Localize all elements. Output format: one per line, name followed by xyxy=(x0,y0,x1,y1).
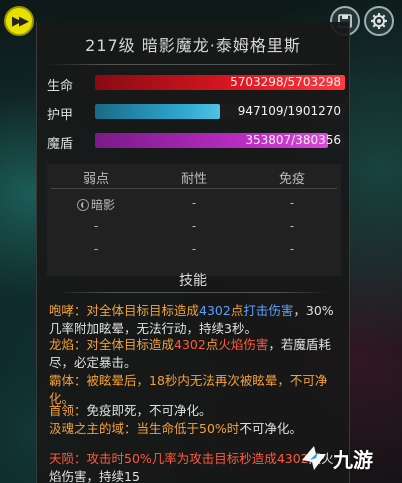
gear-icon xyxy=(371,13,387,29)
immunity-cell: - xyxy=(289,196,295,210)
immunity-cell: - xyxy=(289,242,295,256)
settings-button[interactable] xyxy=(364,6,394,36)
resistance-header: 弱点 耐性 免疫 xyxy=(47,166,341,188)
skill-text-segment: 秒造成 xyxy=(239,451,277,466)
skill-boss: 首领：免疫即死，不可净化。 xyxy=(49,402,345,420)
skill-text-segment: 免疫即死，不可净化。 xyxy=(86,403,212,418)
shadow-element-icon xyxy=(76,199,89,211)
shield-label: 魔盾 xyxy=(47,137,74,152)
resistance-header-divider xyxy=(51,188,337,189)
jiuyou-logo-icon xyxy=(302,446,326,470)
resistance-cell: - xyxy=(191,196,197,210)
skill-dragonflame: 龙焰：对全体目标造成4302点火焰伤害，若魔盾耗尽，必定暴击。 xyxy=(49,336,345,372)
skill-text-segment: 打击伤害 xyxy=(243,303,294,318)
skill-text-segment: 咆哮： xyxy=(49,303,87,318)
skill-text-segment: 当生命低于50%时 xyxy=(136,421,240,436)
weakness-cell: - xyxy=(93,242,99,256)
skill-text-segment: 汲魂之主的域： xyxy=(49,421,137,436)
armor-value: 947109/1901270 xyxy=(237,104,341,118)
resistance-header-label: 耐性 xyxy=(180,172,207,187)
weakness-cell: 暗影 xyxy=(47,196,145,213)
shield-value: 353807/380356 xyxy=(245,133,341,147)
skill-text-segment: 对全体目标造成 xyxy=(86,337,175,352)
enemy-title: 217级 暗影魔龙·泰姆格里斯 xyxy=(85,36,301,55)
weakness-header: 弱点 xyxy=(82,172,109,187)
hp-bar: 5703298/5703298 xyxy=(95,75,345,90)
armor-bar: 947109/1901270 xyxy=(95,104,345,119)
skill-text-segment: 首领： xyxy=(49,403,87,418)
skill-text-segment: 4302 xyxy=(174,337,206,352)
hp-label: 生命 xyxy=(47,79,74,94)
armor-label: 护甲 xyxy=(47,108,74,123)
hp-value: 5703298/5703298 xyxy=(230,75,341,89)
watermark-text: 九游 xyxy=(333,447,373,472)
skill-text-segment: 龙焰： xyxy=(49,337,87,352)
weakness-cell: - xyxy=(93,219,99,233)
watermark: 九游 xyxy=(298,438,398,478)
hp-row: 生命 5703298/5703298 xyxy=(47,74,347,94)
skill-text-segment: 4302 xyxy=(199,303,231,318)
skill-text-segment: 对全体目标目标造成 xyxy=(86,303,200,318)
immunity-header: 免疫 xyxy=(278,172,305,187)
enemy-info-panel: 217级 暗影魔龙·泰姆格里斯 生命 5703298/5703298 护甲 94… xyxy=(36,22,350,483)
skill-text-segment: 点 xyxy=(230,303,244,318)
skills-divider xyxy=(57,292,329,293)
skill-text-segment: 不可净化。 xyxy=(239,421,302,436)
skill-soul-domain: 汲魂之主的域：当生命低于50%时不可净化。 xyxy=(49,420,345,438)
skill-text-segment: 火焰伤害 xyxy=(218,337,269,352)
resistance-cell: - xyxy=(191,219,197,233)
resistance-cell: - xyxy=(191,242,197,256)
title-divider xyxy=(47,64,339,65)
skills-heading: 技能 xyxy=(179,273,207,289)
armor-bar-fill xyxy=(95,104,220,119)
skill-roar: 咆哮：对全体目标目标造成4302点打击伤害，30%几率附加眩晕，无法行动，持续3… xyxy=(49,302,345,338)
skill-text-segment: 点 xyxy=(205,337,219,352)
weakness-value: 暗影 xyxy=(90,198,115,212)
armor-row: 护甲 947109/1901270 xyxy=(47,103,347,123)
immunity-cell: - xyxy=(289,219,295,233)
fast-forward-button[interactable]: ▶▶ xyxy=(4,6,34,36)
fast-forward-icon: ▶▶ xyxy=(12,13,29,29)
resistance-table: 弱点 耐性 免疫 暗影 - - - - - - - - xyxy=(47,164,341,276)
shield-row: 魔盾 353807/380356 xyxy=(47,132,347,152)
skill-text-segment: 天陨：攻击时50%几率为攻击目标 xyxy=(49,451,240,466)
shield-bar: 353807/380356 xyxy=(95,133,345,148)
